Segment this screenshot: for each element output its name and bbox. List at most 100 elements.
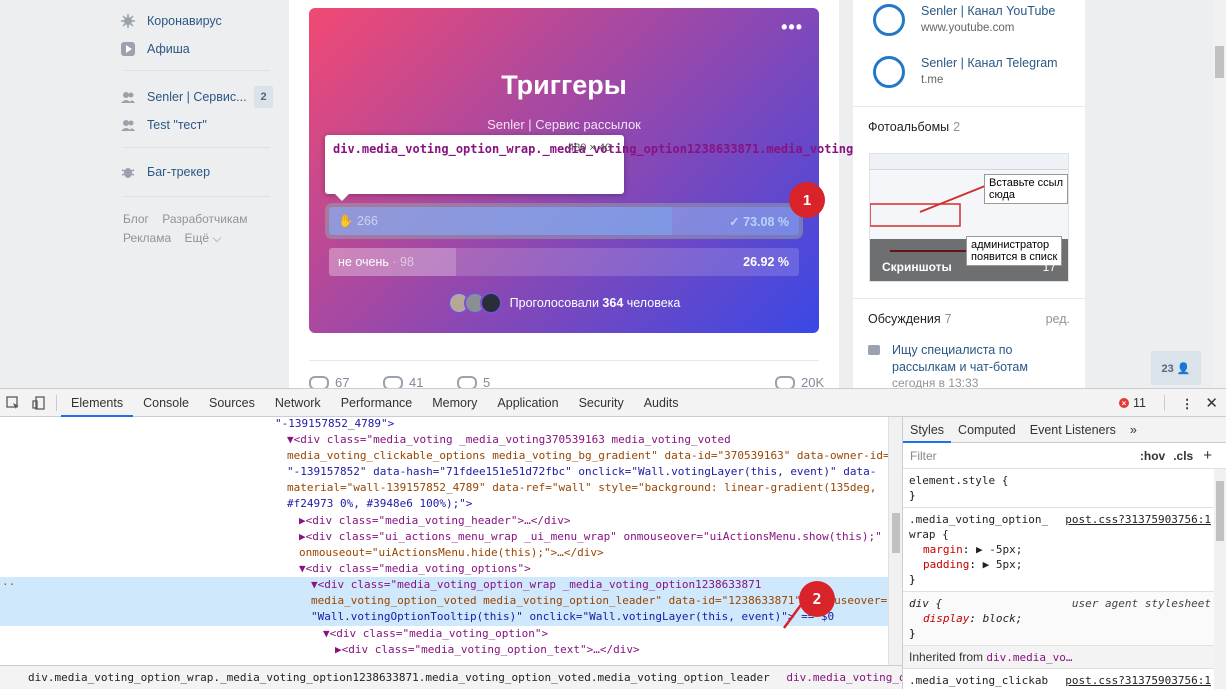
- more-menu-icon[interactable]: ⋮: [1181, 396, 1194, 411]
- rule-source-link[interactable]: post.css?31375903756:1: [1065, 512, 1211, 527]
- dom-text: "Wall.votingOptionTooltip(this)" onclick…: [311, 610, 835, 623]
- footer-link-more[interactable]: Ещё ⌵: [184, 231, 221, 245]
- dom-tree[interactable]: "-139157852_4789"> ▼<div class="media_vo…: [0, 417, 888, 665]
- filter-input[interactable]: Filter: [910, 449, 1140, 463]
- device-toolbar-icon[interactable]: [26, 389, 52, 417]
- poll-option-1[interactable]: ✋ 266 ✓ 73.08 %: [325, 203, 803, 239]
- nav-item-test[interactable]: Test "тест": [120, 114, 207, 136]
- link-title[interactable]: Senler | Канал YouTube: [921, 4, 1055, 18]
- breadcrumb: div.media_voting_option_wrap._media_voti…: [0, 665, 902, 689]
- share-button[interactable]: 5: [457, 375, 490, 388]
- tooltip-dimensions: 480 × 40: [568, 142, 612, 154]
- discussions-header[interactable]: Обсуждения 7 ред.: [868, 312, 1070, 326]
- breadcrumb-item[interactable]: div.media_voting_option_wrap._media_voti…: [28, 671, 770, 684]
- rule-source-link[interactable]: post.css?31375903756:1: [1065, 673, 1211, 688]
- eye-icon: [775, 375, 795, 388]
- rule-close: }: [909, 489, 916, 502]
- inherited-header: Inherited from div.media_vo…: [903, 646, 1226, 669]
- discussion-icon: [868, 345, 880, 355]
- error-count[interactable]: 11: [1133, 396, 1146, 410]
- dom-line[interactable]: ▼<div class="media_voting_options">: [0, 561, 888, 577]
- dom-line[interactable]: onmouseout="uiActionsMenu.hide(this);">……: [0, 545, 888, 561]
- play-icon: [120, 41, 136, 57]
- link-title[interactable]: Senler | Канал Telegram: [921, 56, 1058, 70]
- footer-link-blog[interactable]: Блог: [123, 212, 149, 226]
- poll-option-fill: [329, 207, 673, 235]
- discussion-item[interactable]: Ищу специалиста по рассылкам и чат-ботам…: [868, 342, 1072, 388]
- breadcrumb-item[interactable]: div.media_voting_option: [786, 671, 902, 684]
- style-rule-clickable-options[interactable]: .media_voting_clickab le_options .media_…: [903, 669, 1226, 689]
- link-telegram[interactable]: Senler | Канал Telegram t.me: [873, 56, 1058, 88]
- dom-line[interactable]: material="wall-139157852_4789" data-ref=…: [0, 480, 888, 496]
- post-actions: 67 41 5 20K: [309, 360, 824, 388]
- tab-elements[interactable]: Elements: [61, 389, 134, 417]
- senler-logo-icon: [873, 4, 905, 36]
- link-youtube[interactable]: Senler | Канал YouTube www.youtube.com: [873, 4, 1055, 36]
- dom-line[interactable]: ▶<div class="media_voting_option_text">……: [0, 642, 888, 658]
- cls-toggle[interactable]: .cls: [1173, 449, 1193, 463]
- tab-security[interactable]: Security: [569, 389, 634, 417]
- style-rule-div[interactable]: div { user agent stylesheet display: blo…: [903, 592, 1226, 646]
- tab-memory[interactable]: Memory: [422, 389, 487, 417]
- friends-online-button[interactable]: 23 👤: [1151, 351, 1201, 385]
- nav-item-coronavirus[interactable]: Коронавирус: [120, 10, 222, 32]
- dom-line[interactable]: "-139157852" data-hash="71fdee151e51d72f…: [0, 464, 888, 480]
- tabs-overflow-icon[interactable]: »: [1123, 417, 1144, 443]
- prop-name[interactable]: padding: [923, 558, 969, 571]
- tab-styles[interactable]: Styles: [903, 417, 952, 443]
- page-scrollbar[interactable]: [1213, 0, 1226, 388]
- inspect-icon[interactable]: [0, 389, 26, 417]
- dom-line[interactable]: ▶<div class="ui_actions_menu_wrap _ui_me…: [0, 529, 888, 545]
- dom-line[interactable]: "-139157852_4789">: [0, 417, 888, 432]
- dom-line[interactable]: ▼<div class="media_voting_option">: [0, 626, 888, 642]
- tab-sources[interactable]: Sources: [199, 389, 265, 417]
- nav-item-senler[interactable]: Senler | Сервис...: [120, 86, 247, 108]
- tab-performance[interactable]: Performance: [331, 389, 423, 417]
- hov-toggle[interactable]: :hov: [1140, 449, 1165, 463]
- styles-scrollbar[interactable]: [1214, 469, 1226, 689]
- style-rule-option-wrap[interactable]: .media_voting_option_ wrap { post.css?31…: [903, 508, 1226, 592]
- scrollbar-thumb[interactable]: [1215, 46, 1224, 78]
- share-icon: [457, 375, 477, 388]
- dom-line[interactable]: #f24973 0%, #3948e6 100%);">: [0, 496, 888, 512]
- scrollbar-thumb[interactable]: [1216, 481, 1224, 541]
- prop-name[interactable]: margin: [923, 543, 963, 556]
- poll-menu-icon[interactable]: •••: [781, 18, 803, 36]
- prop-value[interactable]: ▶ -5px;: [976, 543, 1022, 556]
- dom-line[interactable]: ▼<div class="media_voting _media_voting3…: [0, 432, 888, 448]
- inherited-from-link[interactable]: div.media_vo…: [986, 651, 1072, 664]
- styles-pane: Styles Computed Event Listeners » Filter…: [902, 417, 1226, 689]
- album-thumbnail[interactable]: Вставьте ссыл сюда администратор появитс…: [869, 153, 1069, 282]
- error-icon[interactable]: ×: [1118, 398, 1129, 408]
- edit-link[interactable]: ред.: [1046, 312, 1070, 326]
- footer-link-developers[interactable]: Разработчикам: [162, 212, 247, 226]
- footer-link-ads[interactable]: Реклама: [123, 231, 171, 245]
- rule-close: }: [909, 627, 916, 640]
- tab-network[interactable]: Network: [265, 389, 331, 417]
- dom-scrollbar[interactable]: [888, 417, 902, 665]
- comment-button[interactable]: 41: [383, 375, 423, 388]
- like-button[interactable]: 67: [309, 375, 349, 388]
- poll-option-count: 266: [357, 214, 378, 228]
- tab-event-listeners[interactable]: Event Listeners: [1023, 417, 1123, 443]
- close-devtools-icon[interactable]: ✕: [1205, 394, 1218, 412]
- dom-line-selected[interactable]: ·· ▼<div class="media_voting_option_wrap…: [0, 577, 888, 626]
- new-rule-button[interactable]: +: [1203, 447, 1212, 464]
- poll-voters[interactable]: Проголосовали 364 человека: [309, 292, 819, 314]
- photos-header[interactable]: Фотоальбомы 2: [868, 120, 960, 134]
- tab-application[interactable]: Application: [487, 389, 568, 417]
- nav-item-bugtracker[interactable]: Баг-трекер: [120, 161, 210, 183]
- tab-audits[interactable]: Audits: [634, 389, 689, 417]
- discussion-title[interactable]: Ищу специалиста по рассылкам и чат-ботам: [892, 342, 1072, 376]
- poll-title: Триггеры: [501, 70, 627, 100]
- nav-item-afisha[interactable]: Афиша: [120, 38, 190, 60]
- post-card: ••• Триггеры Senler | Сервис рассылок ✋ …: [289, 0, 839, 388]
- tab-computed[interactable]: Computed: [951, 417, 1023, 443]
- poll-option-2[interactable]: не очень · 98 26.92 %: [329, 248, 799, 276]
- dom-line[interactable]: ▶<div class="media_voting_header">…</div…: [0, 513, 888, 529]
- scrollbar-thumb[interactable]: [892, 513, 900, 553]
- dom-line[interactable]: media_voting_clickable_options media_vot…: [0, 448, 888, 464]
- tab-console[interactable]: Console: [133, 389, 199, 417]
- style-rule-element[interactable]: element.style { }: [903, 469, 1226, 508]
- prop-value[interactable]: ▶ 5px;: [983, 558, 1023, 571]
